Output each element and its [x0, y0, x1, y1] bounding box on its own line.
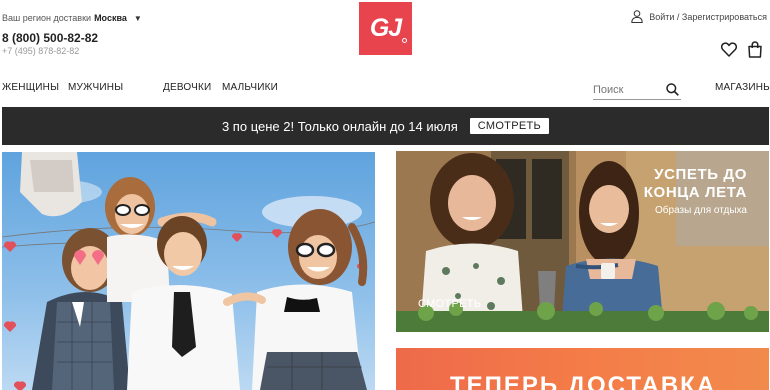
kids-school-banner[interactable] [2, 152, 375, 390]
summer-banner-cta[interactable]: СМОТРЕТЬ [418, 298, 481, 310]
promo-banner[interactable]: 3 по цене 2! Только онлайн до 14 июля СМ… [2, 107, 769, 145]
search-box[interactable] [593, 80, 681, 100]
phone-alt[interactable]: +7 (495) 878-82-82 [2, 46, 79, 56]
summer-banner-title: УСПЕТЬ ДО КОНЦА ЛЕТА [643, 166, 747, 201]
registered-mark-icon [402, 38, 407, 43]
gj-logo[interactable]: GJ [359, 2, 412, 55]
nav-item-men[interactable]: МУЖЧИНЫ [68, 82, 123, 93]
kids-photo [2, 152, 375, 390]
region-selector[interactable]: Ваш регион доставки Москва ▼ [2, 13, 142, 23]
caret-down-icon[interactable]: ▼ [134, 14, 142, 23]
region-city[interactable]: Москва [94, 13, 127, 23]
login-text: Войти / Зарегистрироваться [649, 11, 767, 22]
search-icon[interactable] [666, 83, 679, 96]
summer-banner-subtitle: Образы для отдыха [655, 205, 747, 216]
nav-item-women[interactable]: ЖЕНЩИНЫ [2, 82, 59, 93]
heart-icon[interactable] [721, 42, 737, 57]
search-input[interactable] [593, 82, 663, 98]
nav-item-boys[interactable]: МАЛЬЧИКИ [222, 82, 278, 93]
promo-text: 3 по цене 2! Только онлайн до 14 июля [221, 118, 458, 134]
login-link[interactable]: Войти / Зарегистрироваться [631, 10, 767, 23]
delivery-banner-text: ТЕПЕРЬ ДОСТАВКА [450, 372, 717, 390]
nav-item-stores[interactable]: МАГАЗИНЫ [715, 82, 770, 93]
user-icon [631, 10, 643, 23]
promo-button[interactable]: СМОТРЕТЬ [469, 118, 550, 134]
page: Ваш регион доставки Москва ▼ 8 (800) 500… [0, 0, 770, 390]
region-label: Ваш регион доставки [2, 13, 92, 23]
phone-main[interactable]: 8 (800) 500-82-82 [2, 31, 98, 45]
nav-item-girls[interactable]: ДЕВОЧКИ [163, 82, 211, 93]
shopping-bag-icon[interactable] [747, 41, 763, 58]
logo-text: GJ [369, 14, 402, 42]
